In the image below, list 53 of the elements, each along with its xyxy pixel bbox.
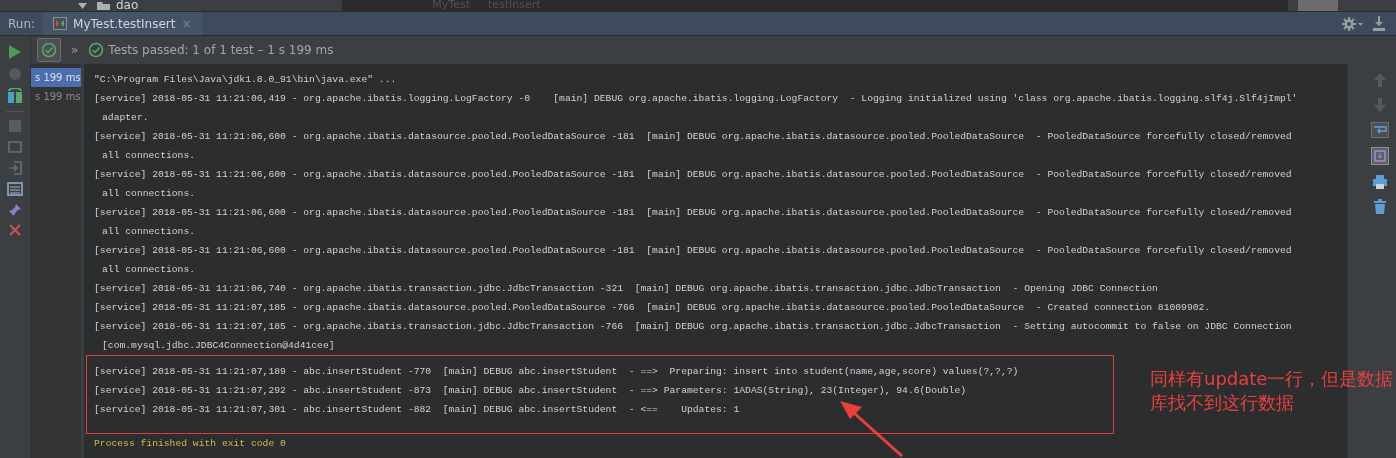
- rerun-failed-icon[interactable]: [7, 88, 23, 104]
- hide-panel-icon[interactable]: [1372, 15, 1386, 32]
- console-line: [service] 2018-05-31 11:21:07,185 - org.apache.ibatis.transaction.jdbc.JdbcTransaction -766 [main] DEBUG org.apache.ibatis.transaction.jdbc.JdbcTransaction - Setting autocommit to false on JDBC Connection: [94, 320, 1293, 334]
- folder-name[interactable]: dao: [116, 0, 139, 11]
- stop-icon[interactable]: [8, 119, 22, 133]
- console-line: [service] 2018-05-31 11:21:06,600 - org.apache.ibatis.datasource.pooled.PooledDataSource -181 [main] DEBUG org.apache.ibatis.datasource.pooled.PooledDataSource - PooledDataSource forcefully closed/removed: [94, 244, 1293, 258]
- close-icon[interactable]: [9, 224, 21, 236]
- soft-wrap-icon[interactable]: [1371, 122, 1389, 138]
- console-line: all connections.: [101, 225, 196, 239]
- console-line: [service] 2018-05-31 11:21:06,600 - org.apache.ibatis.datasource.pooled.PooledDataSource -181 [main] DEBUG org.apache.ibatis.datasource.pooled.PooledDataSource - PooledDataSource forcefully closed/removed: [94, 130, 1293, 144]
- print-icon[interactable]: [1372, 174, 1388, 190]
- console-line: [service] 2018-05-31 11:21:07,185 - org.apache.ibatis.datasource.pooled.PooledDataSource -766 [main] DEBUG org.apache.ibatis.datasource.pooled.PooledDataSource - Created connection 81009902.: [94, 301, 1212, 315]
- console-line: [service] 2018-05-31 11:21:06,740 - org.apache.ibatis.transaction.jdbc.JdbcTransaction -321 [main] DEBUG org.apache.ibatis.transaction.jdbc.JdbcTransaction - Opening JDBC Connection: [94, 282, 1159, 296]
- test-tree-item[interactable]: s 199 ms: [31, 87, 81, 106]
- console-line: [service] 2018-05-31 11:21:06,600 - org.apache.ibatis.datasource.pooled.PooledDataSource -181 [main] DEBUG org.apache.ibatis.datasource.pooled.PooledDataSource - PooledDataSource forcefully closed/removed: [94, 168, 1293, 182]
- exit-icon[interactable]: [8, 161, 22, 175]
- run-icon[interactable]: [8, 44, 22, 60]
- console-line: [service] 2018-05-31 11:21:06,600 - org.apache.ibatis.datasource.pooled.PooledDataSource -181 [main] DEBUG org.apache.ibatis.datasource.pooled.PooledDataSource - PooledDataSource forcefully closed/removed: [94, 206, 1293, 220]
- test-status-text: Tests passed: 1 of 1 test – 1 s 199 ms: [108, 43, 334, 57]
- show-passed-button[interactable]: [37, 38, 61, 62]
- up-arrow-icon[interactable]: [1373, 72, 1387, 88]
- annotation-text: 同样有update一行，但是数据库找不到这行数据: [1150, 367, 1395, 415]
- test-config-icon: [53, 17, 68, 30]
- console-line: [service] 2018-05-31 11:21:07,301 - abc.insertStudent -882 [main] DEBUG abc.insertStudent - <== Updates: 1: [94, 403, 741, 417]
- console-line: [com.mysql.jdbc.JDBC4Connection@4d41cee]: [101, 339, 336, 353]
- down-arrow-icon[interactable]: [1373, 97, 1387, 113]
- run-label: Run:: [8, 16, 36, 31]
- expand-triangle-icon[interactable]: [78, 2, 87, 9]
- console-line: all connections.: [101, 187, 196, 201]
- gutter-block: [1298, 0, 1339, 11]
- console-line: adapter.: [101, 111, 150, 125]
- check-circle-icon: [88, 42, 105, 58]
- console-line: [service] 2018-05-31 11:21:06,419 - org.apache.ibatis.logging.LogFactory -0 [main] DEBUG org.apache.ibatis.logging.LogFactory - Logging initialized using 'class org.apache.ibatis.logging.slf4j.Slf4jImpl': [94, 92, 1299, 106]
- exit-message: Process finished with exit code 0: [94, 437, 287, 451]
- console-line: [service] 2018-05-31 11:21:07,292 - abc.insertStudent -873 [main] DEBUG abc.insertStudent - ==> Parameters: 1ADAS(String), 23(Integer), 94.6(Double): [94, 384, 968, 398]
- annotation-arrow: [840, 401, 904, 457]
- test-tree-item[interactable]: s 199 ms: [31, 68, 81, 87]
- layout-icon[interactable]: [7, 182, 23, 196]
- console-line: all connections.: [101, 263, 196, 277]
- dump-icon[interactable]: [8, 140, 22, 154]
- close-icon[interactable]: ×: [181, 16, 192, 31]
- debug-icon[interactable]: [8, 67, 22, 81]
- run-tab[interactable]: MyTest.testInsert ×: [43, 12, 202, 35]
- settings-icon[interactable]: [1342, 16, 1364, 31]
- more-button[interactable]: »: [71, 43, 79, 57]
- trash-icon[interactable]: [1373, 199, 1387, 215]
- folder-icon: [97, 1, 110, 10]
- console-line: [service] 2018-05-31 11:21:07,189 - abc.insertStudent -770 [main] DEBUG abc.insertStudent - ==> Preparing: insert into student(name,age,score) values(?,?,?): [94, 365, 1020, 379]
- console-line: all connections.: [101, 149, 196, 163]
- scroll-to-end-icon[interactable]: [1371, 147, 1389, 165]
- check-circle-icon: [41, 42, 57, 58]
- console-line: "C:\Program Files\Java\jdk1.8.0_91\bin\java.exe" ...: [94, 73, 398, 87]
- run-tab-title: MyTest.testInsert: [73, 16, 176, 31]
